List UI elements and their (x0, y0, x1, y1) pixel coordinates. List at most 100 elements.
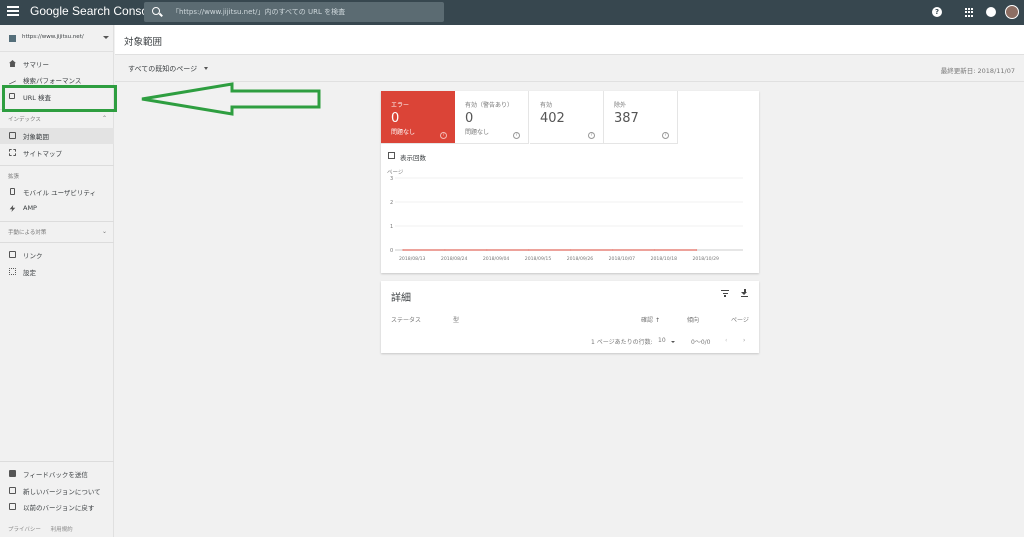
tile-label: 有効（警告あり） (465, 102, 514, 109)
tile-excluded[interactable]: 除外 387 ? (604, 91, 678, 144)
filter-icon[interactable] (721, 290, 729, 297)
terms-link[interactable]: 利用規約 (51, 527, 73, 533)
tile-value: 387 (614, 111, 639, 126)
search-icon (152, 7, 160, 15)
data-point (402, 249, 404, 251)
sidebar-item-summary[interactable]: サマリー (0, 56, 114, 72)
tile-value: 402 (540, 111, 565, 126)
tile-sub: 問題なし (391, 129, 416, 136)
download-icon[interactable] (741, 289, 748, 298)
tile-value: 0 (391, 111, 400, 126)
section-manual-actions[interactable]: 手動による対策 ⌄ (0, 225, 114, 239)
sort-arrow-icon: ↑ (655, 317, 661, 324)
section-index[interactable]: インデックス ⌃ (0, 112, 114, 126)
chevron-up-icon: ⌃ (102, 115, 108, 122)
data-point (486, 249, 488, 251)
divider (0, 165, 114, 166)
page-title: 対象範囲 (124, 37, 163, 48)
help-icon[interactable]: ? (588, 132, 595, 139)
chevron-down-icon[interactable] (671, 341, 675, 343)
help-icon[interactable]: ? (440, 132, 447, 139)
help-icon[interactable]: ? (662, 132, 669, 139)
sitemap-icon (9, 149, 16, 156)
prev-page-icon[interactable]: ‹ (725, 337, 727, 344)
help-icon[interactable]: ? (932, 7, 942, 17)
property-selector[interactable]: https://www.jijitsu.net/ (0, 25, 114, 52)
impressions-checkbox[interactable] (388, 152, 395, 159)
sidebar-item-amp[interactable]: AMP (0, 201, 114, 217)
sidebar-item-label: 設定 (23, 269, 36, 277)
privacy-link[interactable]: プライバシー (8, 527, 41, 533)
sidebar-item-feedback[interactable]: フィードバックを送信 (0, 466, 114, 482)
tile-value: 0 (465, 111, 474, 126)
section-label: 手動による対策 (8, 230, 47, 236)
url-inspect-search-input[interactable]: 「https://www.jijitsu.net/」内のすべての URL を検査 (144, 2, 444, 22)
divider (0, 461, 114, 462)
sidebar-item-sitemaps[interactable]: サイトマップ (0, 145, 114, 161)
phone-icon (10, 188, 15, 195)
column-type[interactable]: 型 (453, 315, 459, 324)
data-point (528, 249, 530, 251)
column-trend[interactable]: 傾向 (687, 315, 699, 324)
tile-error[interactable]: エラー 0 問題なし ? (381, 91, 455, 144)
tile-valid-with-warnings[interactable]: 有効（警告あり） 0 問題なし ? (455, 91, 529, 144)
search-placeholder: 「https://www.jijitsu.net/」内のすべての URL を検査 (172, 8, 346, 16)
column-validation[interactable]: 確認 ↑ (641, 315, 660, 324)
sidebar-item-label: AMP (23, 204, 37, 212)
sidebar-item-label: モバイル ユーザビリティ (23, 189, 97, 197)
notifications-icon[interactable] (986, 7, 996, 17)
x-tick-label: 2018/09/04 (483, 256, 510, 262)
rows-per-page-select[interactable]: 10 (658, 337, 666, 344)
tile-label: 有効 (540, 102, 553, 109)
sidebar-item-mobile-usability[interactable]: モバイル ユーザビリティ (0, 184, 114, 200)
last-updated: 最終更新日: 2018/11/07 (940, 67, 1015, 75)
column-label: 確認 (641, 317, 654, 324)
sidebar-item-links[interactable]: リンク (0, 247, 114, 263)
avatar[interactable] (1005, 5, 1019, 19)
tile-valid[interactable]: 有効 402 ? (530, 91, 604, 144)
divider (0, 221, 114, 222)
x-tick-label: 2018/09/15 (525, 256, 552, 262)
data-point (695, 249, 698, 251)
chevron-down-icon[interactable] (204, 67, 208, 70)
sidebar-item-settings[interactable]: 設定 (0, 264, 114, 280)
sidebar-item-label: サマリー (23, 61, 49, 69)
document-icon (9, 132, 16, 139)
app-brand[interactable]: Google Search Console (30, 4, 157, 18)
trending-icon (9, 74, 16, 85)
chevron-down-icon: ⌄ (102, 228, 108, 235)
x-tick-label: 2018/10/18 (651, 256, 678, 262)
tile-label: エラー (391, 102, 410, 109)
next-page-icon[interactable]: › (743, 337, 745, 344)
gear-icon (9, 268, 16, 275)
filter-bar: すべての既知のページ 最終更新日: 2018/11/07 (115, 56, 1024, 82)
x-tick-label: 2018/10/07 (609, 256, 636, 262)
details-card: 詳細 ステータス 型 確認 ↑ 傾向 ページ 1 ページあたりの行数: 10 0～… (381, 281, 759, 353)
column-status[interactable]: ステータス (391, 315, 421, 324)
back-icon (9, 503, 16, 510)
sidebar-item-new-version[interactable]: 新しいバージョンについて (0, 483, 114, 499)
feedback-icon (9, 470, 16, 477)
page-filter-select[interactable]: すべての既知のページ (128, 64, 197, 74)
sidebar-item-old-version[interactable]: 以前のバージョンに戻す (0, 499, 114, 515)
highlight-box (2, 85, 117, 112)
sidebar-item-label: 対象範囲 (23, 133, 49, 141)
menu-icon[interactable] (7, 6, 19, 19)
annotation-arrow-icon (141, 82, 321, 116)
content-header: 対象範囲 (115, 25, 1024, 55)
x-tick-label: 2018/08/24 (441, 256, 468, 262)
sidebar-item-coverage[interactable]: 対象範囲 (0, 128, 114, 144)
x-tick-label: 2018/10/29 (692, 256, 719, 262)
apps-grid-icon[interactable] (965, 8, 974, 17)
section-enhancements: 拡張 (0, 169, 114, 183)
data-point (570, 249, 572, 251)
property-url: https://www.jijitsu.net/ (22, 34, 84, 40)
sidebar-item-label: 以前のバージョンに戻す (23, 504, 95, 512)
footer-links: プライバシー 利用規約 (8, 525, 81, 533)
tile-label: 除外 (614, 102, 627, 109)
home-icon (9, 60, 16, 67)
help-icon[interactable]: ? (513, 132, 520, 139)
details-title: 詳細 (391, 293, 411, 304)
column-pages[interactable]: ページ (731, 315, 749, 324)
coverage-summary-card: エラー 0 問題なし ? 有効（警告あり） 0 問題なし ? 有効 402 ? … (381, 91, 759, 273)
